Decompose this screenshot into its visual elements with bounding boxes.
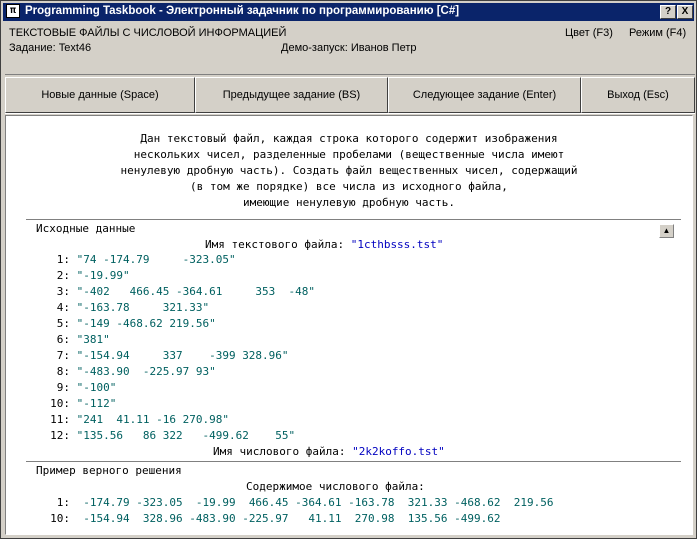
source-line: 4: "-163.78 321.33" — [42, 301, 209, 314]
line-number: 1: — [56, 253, 70, 266]
line-value: "-483.90 -225.97 93" — [76, 365, 216, 378]
line-number: 12: — [50, 429, 70, 442]
numeric-file-content-label: Содержимое числового файла: — [246, 480, 425, 493]
solution-heading: Пример верного решения — [36, 464, 182, 477]
line-value: "-112" — [76, 397, 117, 410]
line-value: "-19.99" — [76, 269, 130, 282]
next-task-button[interactable]: Следующее задание (Enter) — [388, 77, 581, 113]
color-option[interactable]: Цвет (F3) — [565, 27, 613, 39]
line-value: "381" — [76, 333, 110, 346]
line-value: "241 41.11 -16 270.98" — [76, 413, 229, 426]
new-data-button[interactable]: Новые данные (Space) — [5, 77, 195, 113]
line-number: 6: — [56, 333, 70, 346]
line-number: 11: — [50, 413, 70, 426]
numeric-file-name: "2k2koffo.tst" — [352, 445, 445, 458]
window-title: Programming Taskbook - Электронный задач… — [25, 5, 460, 17]
line-number: 4: — [56, 301, 70, 314]
source-line: 9: "-100" — [42, 381, 117, 394]
line-value: "-100" — [76, 381, 117, 394]
numeric-file-name-row: Имя числового файла: "2k2koffo.tst" — [213, 445, 445, 458]
task-text-line: Дан текстовый файл, каждая строка которо… — [140, 132, 558, 145]
source-line: 8: "-483.90 -225.97 93" — [42, 365, 216, 378]
source-line: 10: "-112" — [42, 397, 116, 410]
source-line: 1: "74 -174.79 -323.05" — [42, 253, 236, 266]
source-line: 12: "135.56 86 322 -499.62 55" — [42, 429, 295, 442]
text-file-label: Имя текстового файла: — [205, 238, 351, 251]
result-row: 1: -174.79 -323.05 -19.99 466.45 -364.61… — [42, 496, 554, 509]
row-values: -154.94 328.96 -483.90 -225.97 41.11 270… — [83, 512, 501, 525]
text-file-name-row: Имя текстового файла: "1cthbsss.tst" — [205, 238, 443, 251]
line-value: "-402 466.45 -364.61 353 -48" — [76, 285, 316, 298]
line-number: 5: — [56, 317, 70, 330]
line-number: 10: — [50, 397, 70, 410]
line-value: "-154.94 337 -399 328.96" — [76, 349, 289, 362]
result-row: 10: -154.94 328.96 -483.90 -225.97 41.11… — [42, 512, 500, 525]
source-data-heading: Исходные данные — [36, 222, 136, 235]
task-text-line: нескольких чисел, разделенные пробелами … — [133, 148, 565, 161]
source-line: 3: "-402 466.45 -364.61 353 -48" — [42, 285, 315, 298]
help-button[interactable]: ? — [660, 5, 676, 19]
task-group-title: ТЕКСТОВЫЕ ФАЙЛЫ С ЧИСЛОВОЙ ИНФОРМАЦИЕЙ — [9, 27, 287, 39]
line-number: 2: — [56, 269, 70, 282]
text-file-name: "1cthbsss.tst" — [350, 238, 444, 251]
line-number: 7: — [56, 349, 70, 362]
line-number: 9: — [56, 381, 70, 394]
task-text-line: имеющие ненулевую дробную часть. — [243, 196, 455, 209]
source-line: 7: "-154.94 337 -399 328.96" — [42, 349, 289, 362]
title-bar[interactable]: π Programming Taskbook - Электронный зад… — [3, 3, 694, 21]
row-values: -174.79 -323.05 -19.99 466.45 -364.61 -1… — [83, 496, 554, 509]
close-button[interactable]: X — [677, 5, 693, 19]
source-line: 5: "-149 -468.62 219.56" — [42, 317, 216, 330]
task-name: Задание: Text46 — [9, 42, 92, 54]
line-number: 3: — [56, 285, 70, 298]
previous-task-button[interactable]: Предыдущее задание (BS) — [195, 77, 388, 113]
toolbar: Новые данные (Space) Предыдущее задание … — [5, 74, 695, 114]
scroll-up-icon[interactable]: ▲ — [659, 224, 674, 238]
app-icon: π — [6, 4, 20, 18]
source-line: 11: "241 41.11 -16 270.98" — [42, 413, 229, 426]
row-number: 10: — [50, 512, 70, 525]
task-text-line: (в том же порядке) все числа из исходног… — [190, 180, 508, 193]
line-value: "-149 -468.62 219.56" — [76, 317, 216, 330]
divider — [26, 461, 681, 462]
source-line: 6: "381" — [42, 333, 110, 346]
line-value: "74 -174.79 -323.05" — [76, 253, 236, 266]
task-text-line: ненулевую дробную часть). Создать файл в… — [120, 164, 578, 177]
divider — [26, 219, 681, 220]
task-content-area: Дан текстовый файл, каждая строка которо… — [5, 115, 693, 535]
line-value: "135.56 86 322 -499.62 55" — [76, 429, 296, 442]
demo-run-label: Демо-запуск: Иванов Петр — [281, 42, 417, 54]
line-value: "-163.78 321.33" — [76, 301, 210, 314]
line-number: 8: — [56, 365, 70, 378]
app-window: π Programming Taskbook - Электронный зад… — [0, 0, 697, 539]
task-info-panel: ТЕКСТОВЫЕ ФАЙЛЫ С ЧИСЛОВОЙ ИНФОРМАЦИЕЙ З… — [5, 23, 694, 71]
exit-button[interactable]: Выход (Esc) — [581, 77, 695, 113]
source-line: 2: "-19.99" — [42, 269, 130, 282]
mode-option[interactable]: Режим (F4) — [629, 27, 686, 39]
numeric-file-label: Имя числового файла: — [213, 445, 353, 458]
row-number: 1: — [56, 496, 70, 509]
